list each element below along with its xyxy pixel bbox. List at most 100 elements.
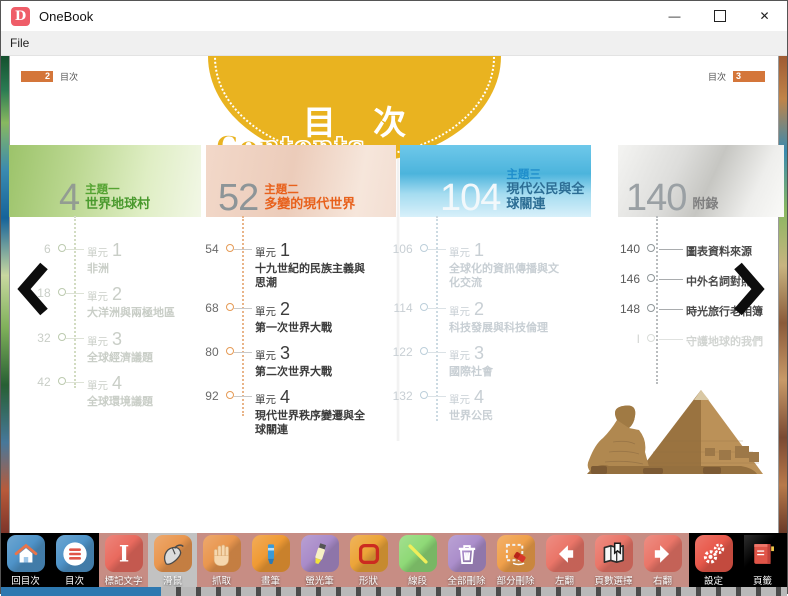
page-select-tool-button[interactable]: 頁數選擇	[589, 533, 638, 587]
flip-right-tool-button[interactable]: 右翻	[638, 533, 687, 587]
page-thumbnail-strip[interactable]	[1, 587, 787, 596]
shape-tool-button[interactable]: 形狀	[344, 533, 393, 587]
connector-line	[234, 249, 252, 291]
toc-item-title: 第一次世界大戰	[255, 321, 369, 335]
page-corner-label: 目次	[708, 70, 726, 83]
onebook-logo-icon: D	[11, 7, 30, 26]
title-bar: D OneBook — ✕	[1, 1, 787, 31]
theme-page-number: 4	[59, 182, 79, 214]
tool-label: 回目次	[11, 573, 40, 587]
highlighter-tool-button[interactable]: 螢光筆	[295, 533, 344, 587]
unit-label: 單元4	[255, 387, 369, 408]
settings-gear-tool-button[interactable]: 設定	[689, 533, 738, 587]
toc-item[interactable]: 54單元1十九世紀的民族主義與思潮	[197, 240, 369, 291]
toc-item-node	[56, 284, 66, 320]
pen-tool-button[interactable]: 畫筆	[246, 533, 295, 587]
toc-item-node	[224, 343, 234, 379]
page-corner-right: 目次 3	[708, 70, 765, 83]
page-number-tab: 3	[733, 71, 765, 82]
menu-file[interactable]: File	[1, 36, 38, 50]
home-tool-button[interactable]: 回目次	[1, 533, 50, 587]
connector-line	[234, 396, 252, 438]
theme-title: 世界地球村	[85, 197, 150, 212]
toc-item[interactable]: 114單元2科技發展與科技倫理	[391, 299, 563, 335]
toc-item-node	[56, 240, 66, 276]
toc-item[interactable]: 106單元1全球化的資訊傳播與文化交流	[391, 240, 563, 291]
toc-item[interactable]: 92單元4現代世界秩序變遷與全球關連	[197, 387, 369, 438]
connector-line	[66, 338, 84, 365]
theme-page-number: 140	[626, 182, 686, 214]
toc-item-page-number: 146	[611, 272, 645, 289]
toc-item-node	[56, 329, 66, 365]
close-button[interactable]: ✕	[742, 1, 787, 31]
theme-title: 現代公民與全球關連	[506, 182, 591, 212]
toc-item[interactable]: 42單元4全球環境議題	[29, 373, 201, 409]
delete-all-tool-button[interactable]: 全部刪除	[442, 533, 491, 587]
partial-erase-tool-button[interactable]: 部分刪除	[491, 533, 540, 587]
toc-item-page-number: 106	[391, 242, 418, 291]
toc-item[interactable]: I守護地球的我們	[611, 330, 783, 349]
circle-marker-icon	[58, 244, 66, 252]
toc-item-title: 科技發展與科技倫理	[449, 321, 563, 335]
toolbar-section-pink-1: I標記文字滑鼠抓取畫筆 螢光筆形狀線段 全部刪除部分刪除左翻頁數選擇右翻	[99, 533, 689, 587]
connector-line	[428, 352, 446, 379]
theme-page-number: 52	[218, 182, 258, 214]
mouse-icon	[154, 535, 192, 572]
toc-item-node	[224, 240, 234, 291]
tool-label: 線段	[408, 573, 427, 587]
toc-list-3: 106單元1全球化的資訊傳播與文化交流114單元2科技發展與科技倫理122單元3…	[391, 240, 563, 431]
unit-label: 單元1	[449, 240, 563, 261]
unit-label: 單元2	[87, 284, 201, 305]
unit-label: 單元2	[449, 299, 563, 320]
flip-next-page-button[interactable]	[732, 262, 768, 316]
connector-line	[66, 382, 84, 409]
page-tab-icon	[744, 535, 782, 572]
page-corner-left: 2 目次	[21, 70, 78, 83]
home-icon	[7, 535, 45, 572]
flip-left-tool-button[interactable]: 左翻	[540, 533, 589, 587]
minimize-button[interactable]: —	[652, 1, 697, 31]
connector-line	[234, 308, 252, 335]
toc-list-tool-button[interactable]: 目次	[50, 533, 99, 587]
toc-item[interactable]: 32單元3全球經濟議題	[29, 329, 201, 365]
toc-list-icon	[56, 535, 94, 572]
tool-label: 畫筆	[261, 573, 280, 587]
unit-label: 單元4	[87, 373, 201, 394]
connector-line	[659, 249, 683, 259]
toc-item[interactable]: 68單元2第一次世界大戰	[197, 299, 369, 335]
toc-item[interactable]: 132單元4世界公民	[391, 387, 563, 423]
onebook-window: D OneBook — ✕ File 2 目次 目次 3 目 次 Content…	[0, 0, 788, 594]
shape-icon	[350, 535, 388, 572]
circle-marker-icon	[647, 274, 655, 282]
toc-item-node	[224, 387, 234, 438]
text-mark-tool-button[interactable]: I標記文字	[99, 533, 148, 587]
maximize-button[interactable]	[697, 1, 742, 31]
toc-item[interactable]: 140圖表資料來源	[611, 240, 783, 259]
toc-item-page-number: 122	[391, 345, 418, 379]
toc-item-page-number: 32	[29, 331, 56, 365]
toc-item[interactable]: 122單元3國際社會	[391, 343, 563, 379]
unit-label: 單元1	[87, 240, 201, 261]
unit-label: 單元3	[255, 343, 369, 364]
toc-item[interactable]: 80單元3第二次世界大戰	[197, 343, 369, 379]
toc-item-node	[418, 299, 428, 335]
page-tab-tool-button[interactable]: 頁籤	[738, 533, 787, 587]
hand-grab-tool-button[interactable]: 抓取	[197, 533, 246, 587]
mouse-tool-button[interactable]: 滑鼠	[148, 533, 197, 587]
toc-item-node	[56, 373, 66, 409]
toc-item[interactable]: 18單元2大洋洲與兩極地區	[29, 284, 201, 320]
theme-banner-2: 52主題二多變的現代世界	[206, 145, 396, 217]
toc-list-2: 54單元1十九世紀的民族主義與思潮 68單元2第一次世界大戰 80單元3第二次世界大…	[197, 240, 369, 446]
toc-item-title: 大洋洲與兩極地區	[87, 306, 201, 320]
flip-left-icon	[546, 535, 584, 572]
tool-label: 頁數選擇	[594, 573, 632, 587]
theme-banner-4: 140附錄	[618, 145, 784, 217]
circle-marker-icon	[647, 244, 655, 252]
toc-item-page-number: 54	[197, 242, 224, 291]
flip-previous-page-button[interactable]	[14, 262, 50, 316]
connector-line	[659, 279, 683, 289]
line-segment-tool-button[interactable]: 線段	[393, 533, 442, 587]
toc-item-title: 全球環境議題	[87, 395, 201, 409]
toolbar-section-black-2: 設定頁籤	[689, 533, 787, 587]
toc-item[interactable]: 6單元1非洲	[29, 240, 201, 276]
